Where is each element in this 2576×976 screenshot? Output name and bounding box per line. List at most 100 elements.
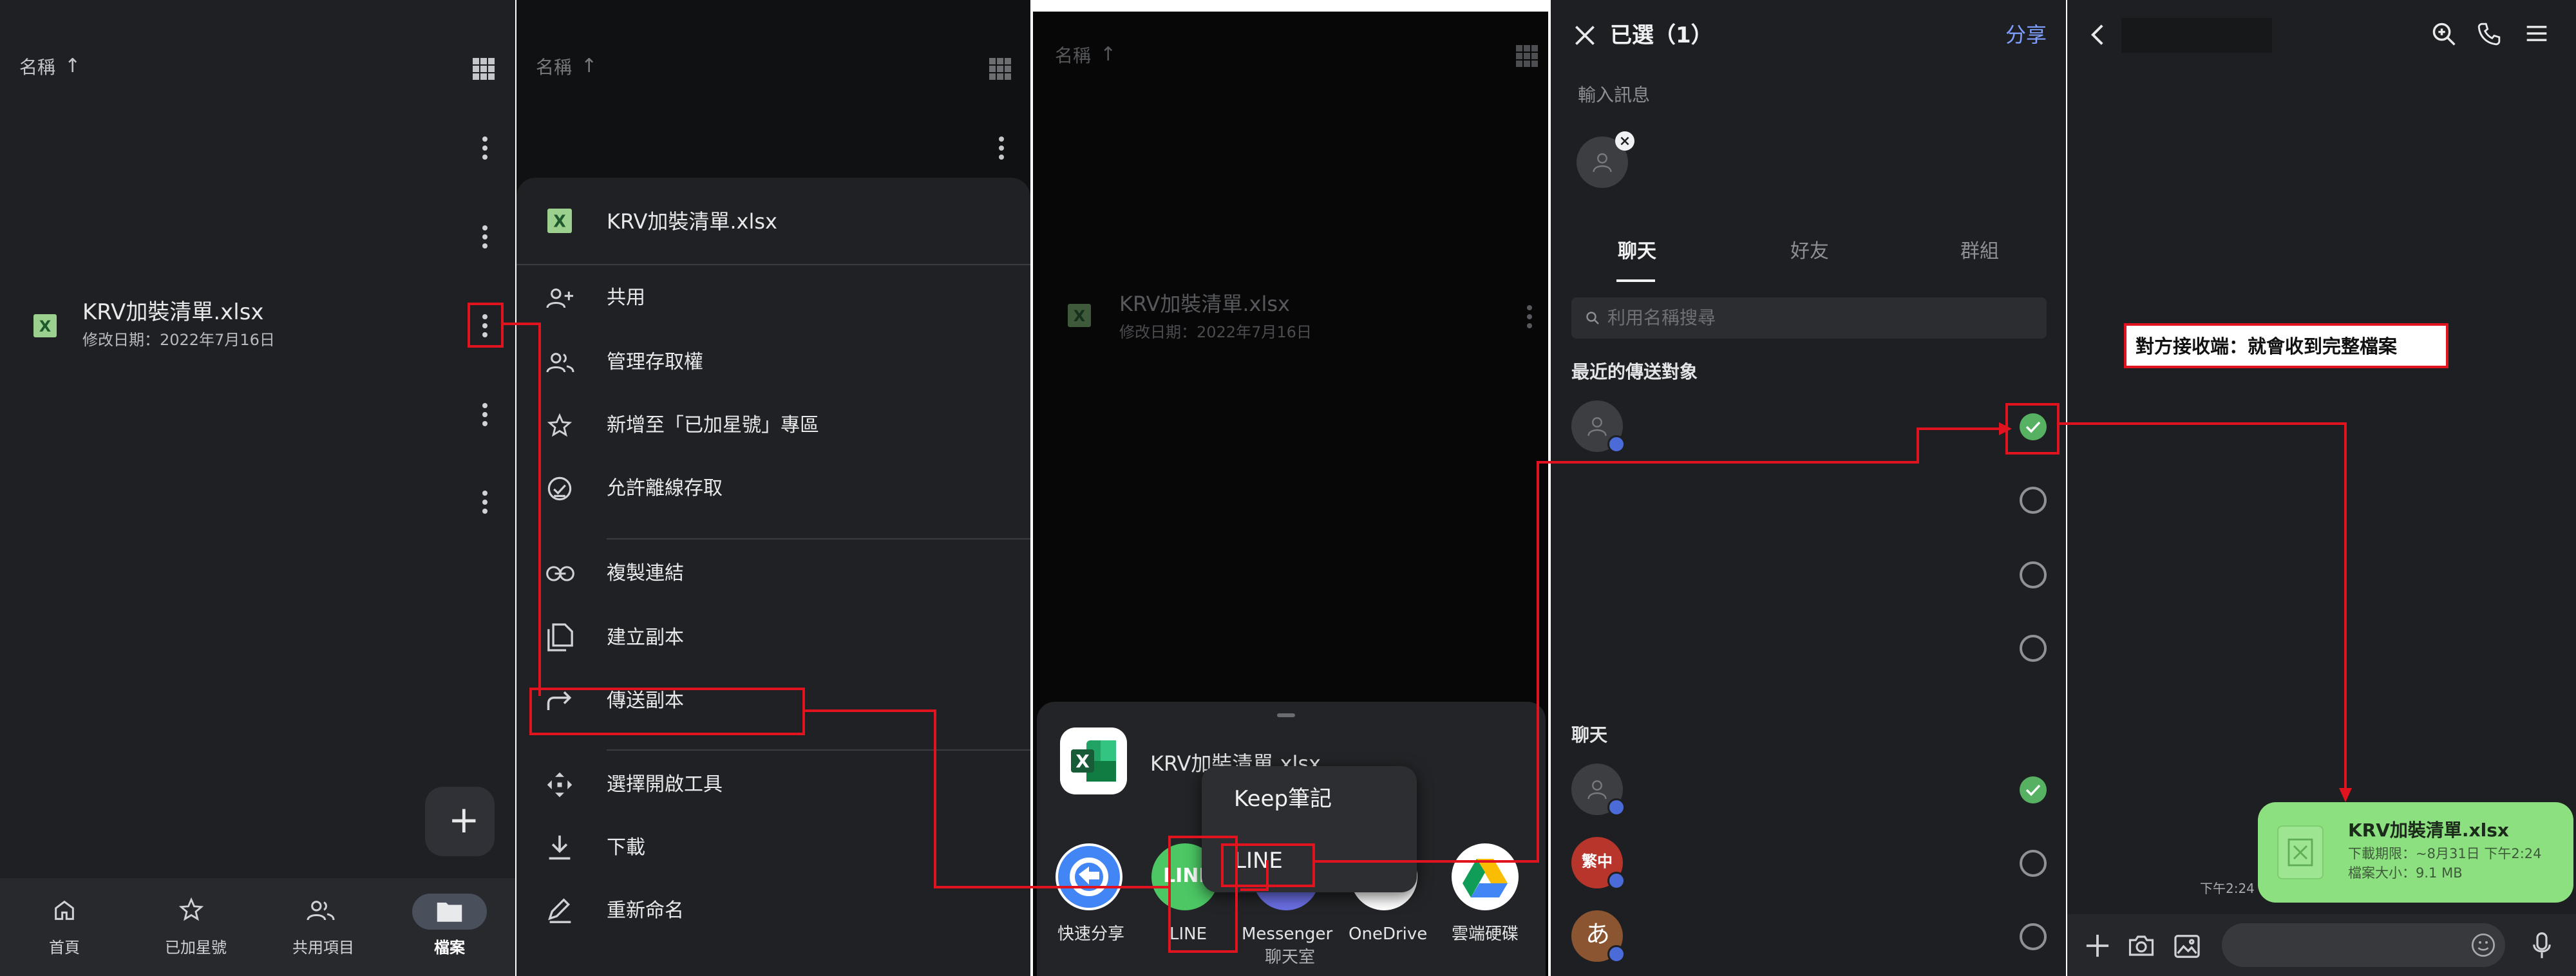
nav-starred[interactable]: 已加星號 (142, 878, 245, 976)
svg-text:X: X (39, 317, 52, 335)
menu-item-open-with[interactable]: 選擇開啟工具 (516, 755, 1030, 815)
menu-item-download[interactable]: 下載 (516, 818, 1030, 878)
drag-handle[interactable] (1277, 713, 1295, 717)
menu-item-copy-link[interactable]: 複製連結 (516, 543, 1030, 604)
message-input[interactable] (2222, 923, 2505, 967)
popup-item-keep[interactable]: Keep筆記 (1234, 788, 1332, 810)
app-label: 快速分享 (1057, 924, 1125, 944)
excel-file-icon: X (547, 209, 572, 233)
menu-item-rename[interactable]: 重新命名 (516, 881, 1030, 941)
quick-share-icon (1058, 846, 1120, 908)
menu-item-label: 新增至「已加星號」專區 (607, 414, 819, 436)
menu-item-share[interactable]: 共用 (516, 268, 1030, 328)
annotation-text: 對方接收端：就會收到完整檔案 (2136, 335, 2398, 357)
file-modified-date: 修改日期：2022年7月16日 (1119, 323, 1312, 341)
copy-icon (547, 623, 573, 652)
app-label: OneDrive (1349, 924, 1428, 944)
download-icon (549, 835, 571, 860)
menu-item-label: 管理存取權 (607, 351, 703, 373)
connector-line (2344, 422, 2347, 791)
phone-icon[interactable] (2477, 22, 2501, 46)
chat-checkbox[interactable] (2020, 923, 2047, 950)
share-button[interactable]: 分享 (2005, 24, 2047, 45)
friend-badge-icon (1607, 798, 1625, 816)
menu-item-label: 共用 (607, 286, 645, 309)
file-context-menu-panel: 名稱 ↑ X KRV加裝清單.xlsx 共用 管理存取權 新增至「已加星號」專區… (516, 0, 1030, 976)
people-icon (546, 353, 574, 373)
connector-line (934, 709, 936, 888)
friend-badge-icon (1607, 435, 1625, 453)
remove-recipient-button[interactable] (1615, 131, 1634, 151)
more-options-icon[interactable] (482, 403, 488, 426)
menu-item-offline-access[interactable]: 允許離線存取 (516, 458, 1030, 519)
menu-item-label: 建立副本 (607, 626, 684, 649)
close-icon[interactable] (1574, 24, 1596, 46)
chats-section-header: 聊天 (1571, 724, 1608, 746)
file-row[interactable]: X KRV加裝清單.xlsx 修改日期：2022年7月16日 (0, 290, 464, 361)
back-icon[interactable] (2090, 23, 2105, 46)
app-sublabel: 聊天室 (1265, 948, 1316, 967)
recent-contact-checkbox[interactable] (2020, 487, 2047, 514)
person-icon (1587, 780, 1607, 800)
chat-title-redacted (2121, 18, 2272, 53)
sort-ascending-icon: ↑ (581, 55, 598, 77)
excel-file-icon: X (1068, 304, 1091, 327)
nav-files-label: 檔案 (434, 939, 465, 957)
camera-icon[interactable] (2128, 934, 2155, 958)
app-label: 雲端硬碟 (1452, 924, 1519, 944)
more-options-icon[interactable] (482, 136, 488, 160)
sort-by-name-label[interactable]: 名稱 (19, 59, 55, 77)
connector-line (1917, 427, 1919, 464)
search-box[interactable]: 利用名稱搜尋 (1571, 297, 2047, 339)
nav-starred-label: 已加星號 (165, 939, 227, 957)
new-item-fab[interactable]: + (425, 787, 495, 856)
link-icon (546, 566, 574, 581)
connector-line (1240, 888, 1269, 891)
nav-files[interactable]: 檔案 (398, 878, 501, 976)
more-options-icon[interactable] (482, 491, 488, 514)
message-input[interactable]: 輸入訊息 (1578, 86, 1650, 104)
tab-chats[interactable]: 聊天 (1618, 242, 1656, 261)
menu-item-label: 下載 (607, 836, 645, 859)
menu-item-manage-access[interactable]: 管理存取權 (516, 332, 1030, 393)
people-icon (307, 901, 335, 921)
highlight-box (529, 688, 805, 735)
friend-badge-icon (1607, 945, 1625, 963)
grid-view-icon (1516, 45, 1538, 67)
chat-input-bar (2067, 914, 2576, 976)
emoji-icon[interactable] (2470, 932, 2496, 958)
divider (607, 538, 1030, 540)
file-expiry: 下載期限：~8月31日 下午2:24 (2348, 846, 2542, 861)
offline-check-icon (547, 476, 572, 501)
chat-checkbox[interactable] (2020, 776, 2047, 803)
file-message-bubble[interactable]: KRV加裝清單.xlsx 下載期限：~8月31日 下午2:24 檔案大小：9.1… (2258, 802, 2573, 903)
file-name: KRV加裝清單.xlsx (82, 299, 264, 325)
menu-item-make-copy[interactable]: 建立副本 (516, 608, 1030, 668)
menu-icon[interactable] (2526, 24, 2548, 42)
menu-item-label: 重新命名 (607, 899, 684, 922)
sort-ascending-icon: ↑ (1100, 43, 1117, 66)
highlight-box (2005, 403, 2060, 455)
grid-view-icon[interactable] (473, 58, 495, 80)
tab-groups[interactable]: 群組 (1960, 242, 1999, 261)
recent-section-header: 最近的傳送對象 (1571, 361, 1698, 382)
plus-icon[interactable] (2085, 934, 2110, 958)
more-options-icon[interactable] (482, 225, 488, 249)
file-thumbnail (2277, 825, 2324, 879)
search-icon[interactable] (2432, 22, 2456, 46)
nav-shared[interactable]: 共用項目 (270, 878, 374, 976)
menu-item-label: 選擇開啟工具 (607, 773, 723, 796)
app-google-drive[interactable]: 雲端硬碟 (1432, 843, 1542, 972)
recent-contact-checkbox[interactable] (2020, 635, 2047, 662)
chat-checkbox[interactable] (2020, 850, 2047, 877)
google-drive-app-icon (1452, 843, 1519, 910)
microphone-icon[interactable] (2532, 932, 2552, 959)
app-quick-share[interactable]: 快速分享 (1043, 843, 1133, 972)
image-icon[interactable] (2174, 935, 2200, 958)
recent-contact-checkbox[interactable] (2020, 561, 2047, 588)
tab-friends[interactable]: 好友 (1790, 242, 1829, 261)
menu-item-add-to-starred[interactable]: 新增至「已加星號」專區 (516, 395, 1030, 456)
sort-ascending-icon[interactable]: ↑ (64, 57, 80, 76)
svg-text:X: X (1075, 751, 1090, 772)
nav-home[interactable]: 首頁 (13, 878, 116, 976)
